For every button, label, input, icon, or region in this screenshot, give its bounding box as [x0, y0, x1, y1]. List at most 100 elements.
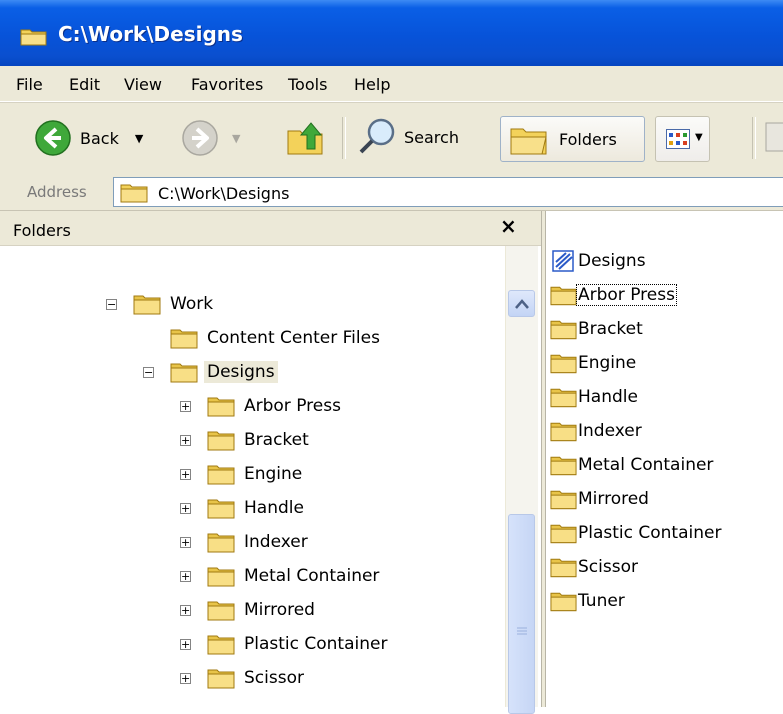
tree-item[interactable]: Handle: [207, 493, 307, 523]
menu-file[interactable]: File: [16, 75, 43, 94]
tree-item[interactable]: Designs: [170, 357, 278, 387]
folder-icon: [550, 354, 577, 374]
views-icon: [666, 129, 690, 149]
address-input[interactable]: C:\Work\Designs: [113, 177, 783, 207]
expand-icon[interactable]: +: [180, 537, 191, 548]
content-item[interactable]: Bracket: [550, 312, 644, 346]
content-item[interactable]: Tuner: [550, 584, 626, 618]
close-icon[interactable]: ×: [500, 214, 517, 238]
folder-icon: [550, 490, 577, 510]
content-item-label: Arbor Press: [576, 284, 677, 306]
collapse-icon[interactable]: −: [106, 299, 117, 310]
expand-icon[interactable]: +: [180, 673, 191, 684]
tree-item[interactable]: Work: [133, 289, 216, 319]
expand-icon[interactable]: +: [180, 503, 191, 514]
tree-item[interactable]: Content Center Files: [170, 323, 383, 353]
back-label: Back: [80, 128, 119, 148]
forward-button[interactable]: ▼: [181, 119, 240, 157]
address-bar: Address C:\Work\Designs: [0, 173, 783, 211]
content-item-label: Mirrored: [578, 489, 649, 509]
expand-icon[interactable]: +: [180, 571, 191, 582]
tree-item[interactable]: Scissor: [207, 663, 307, 693]
folder-icon: [207, 431, 235, 451]
address-value: C:\Work\Designs: [158, 184, 290, 203]
project-file-icon: [552, 250, 574, 272]
tree-item[interactable]: Indexer: [207, 527, 311, 557]
tree-item[interactable]: Engine: [207, 459, 305, 489]
folders-button[interactable]: Folders: [500, 116, 645, 162]
up-folder-icon: [287, 122, 323, 155]
folder-icon: [170, 363, 198, 383]
tree-item[interactable]: Mirrored: [207, 595, 318, 625]
content-item-label: Engine: [578, 353, 637, 373]
content-item[interactable]: Arbor Press: [550, 278, 677, 312]
back-button[interactable]: Back ▼: [34, 119, 143, 157]
menu-tools[interactable]: Tools: [288, 75, 327, 94]
content-item-label: Scissor: [578, 557, 638, 577]
tree-item-label: Plastic Container: [244, 634, 388, 654]
folder-icon: [550, 320, 577, 340]
content-item[interactable]: Designs: [550, 244, 647, 278]
title-bar: C:\Work\Designs: [0, 0, 783, 66]
folder-icon: [550, 422, 577, 442]
folder-icon: [550, 388, 577, 408]
scroll-thumb[interactable]: [508, 514, 535, 714]
address-label: Address: [27, 183, 87, 201]
folder-icon: [207, 669, 235, 689]
search-icon: [359, 118, 395, 154]
content-item[interactable]: Handle: [550, 380, 639, 414]
menu-help[interactable]: Help: [354, 75, 390, 94]
expand-icon[interactable]: +: [180, 401, 191, 412]
folder-icon: [550, 456, 577, 476]
folder-icon: [207, 397, 235, 417]
tree-item-label: Designs: [204, 361, 278, 383]
folder-tree: − Work Content Center Files − Designs + Arbor …: [0, 246, 505, 707]
folders-pane: Folders × − Work Content Center Files − Desi…: [0, 211, 541, 714]
tree-item[interactable]: Bracket: [207, 425, 312, 455]
views-button[interactable]: ▼: [655, 116, 710, 162]
expand-icon[interactable]: +: [180, 639, 191, 650]
folder-icon: [120, 184, 148, 203]
tree-item[interactable]: Plastic Container: [207, 629, 390, 659]
grip-icon: [517, 627, 527, 635]
folders-label: Folders: [559, 130, 617, 149]
tree-item-label: Scissor: [244, 668, 304, 688]
menu-bar: File Edit View Favorites Tools Help: [0, 66, 783, 102]
folders-pane-header: Folders ×: [0, 211, 541, 246]
content-item[interactable]: Indexer: [550, 414, 643, 448]
folder-icon: [170, 329, 198, 349]
vertical-scrollbar[interactable]: [505, 246, 538, 714]
folders-icon: [510, 128, 547, 155]
tree-item-label: Engine: [244, 464, 303, 484]
menu-favorites[interactable]: Favorites: [191, 75, 263, 94]
menu-edit[interactable]: Edit: [69, 75, 100, 94]
document-icon[interactable]: [764, 121, 783, 155]
tree-item-label: Metal Container: [244, 566, 380, 586]
folder-icon: [207, 465, 235, 485]
tree-item-label: Indexer: [244, 532, 308, 552]
folder-icon: [207, 635, 235, 655]
scroll-up-button[interactable]: [508, 290, 535, 317]
menu-view[interactable]: View: [124, 75, 162, 94]
content-item-label: Bracket: [578, 319, 643, 339]
content-item[interactable]: Scissor: [550, 550, 639, 584]
dropdown-arrow-icon[interactable]: ▼: [135, 132, 143, 145]
expand-icon[interactable]: +: [180, 435, 191, 446]
folder-icon: [207, 567, 235, 587]
content-item-label: Indexer: [578, 421, 642, 441]
search-button[interactable]: Search: [358, 117, 459, 157]
expand-icon[interactable]: +: [180, 469, 191, 480]
collapse-icon[interactable]: −: [143, 367, 154, 378]
up-folder-button[interactable]: [285, 117, 325, 157]
tree-item[interactable]: Metal Container: [207, 561, 382, 591]
tree-item[interactable]: Arbor Press: [207, 391, 344, 421]
content-item[interactable]: Engine: [550, 346, 637, 380]
window-title: C:\Work\Designs: [58, 22, 243, 46]
expand-icon[interactable]: +: [180, 605, 191, 616]
content-item-label: Tuner: [578, 591, 625, 611]
content-item[interactable]: Metal Container: [550, 448, 714, 482]
folder-icon: [207, 533, 235, 553]
content-item[interactable]: Plastic Container: [550, 516, 722, 550]
tree-item-label: Bracket: [244, 430, 309, 450]
content-item[interactable]: Mirrored: [550, 482, 650, 516]
